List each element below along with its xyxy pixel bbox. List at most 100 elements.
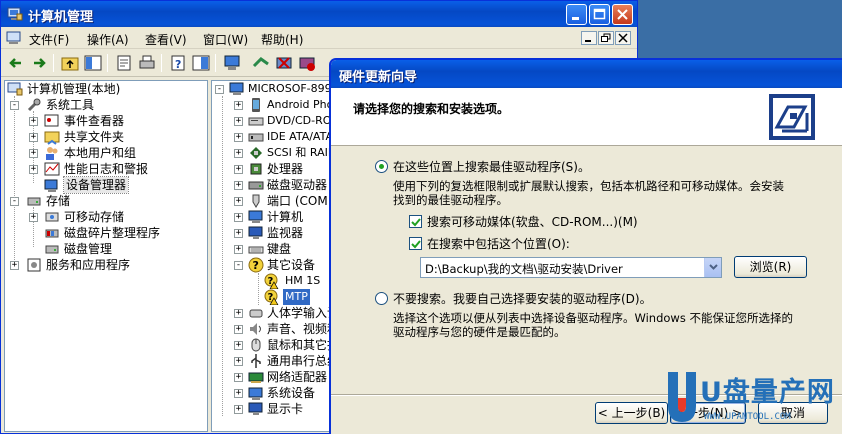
expand-toggle[interactable]: + bbox=[234, 101, 243, 110]
no-search-option-label[interactable]: 不要搜索。我要自己选择要安装的驱动程序(D)。 bbox=[393, 290, 652, 307]
tree-label: 监视器 bbox=[267, 226, 304, 240]
expand-toggle[interactable]: + bbox=[234, 149, 243, 158]
include-location-label[interactable]: 在搜索中包括这个位置(O): bbox=[427, 235, 570, 252]
collapse-toggle[interactable]: - bbox=[215, 85, 224, 94]
properties-icon[interactable] bbox=[115, 54, 133, 72]
tree-label: 设备管理器 bbox=[62, 176, 130, 194]
include-location-checkbox[interactable] bbox=[409, 237, 422, 250]
expand-toggle[interactable]: + bbox=[234, 373, 243, 382]
tree-item-local-users[interactable]: + 本地用户和组 bbox=[29, 145, 199, 161]
main-titlebar[interactable]: 计算机管理 bbox=[1, 1, 637, 27]
tree-label: MTP bbox=[283, 289, 310, 305]
expand-toggle[interactable]: + bbox=[234, 405, 243, 414]
tree-item-event-viewer[interactable]: + 事件查看器 bbox=[29, 113, 199, 129]
no-search-option-description: 选择这个选项以便从列表中选择设备驱动程序。Windows 不能保证您所选择的驱动… bbox=[393, 311, 793, 339]
collapse-toggle[interactable]: - bbox=[10, 197, 19, 206]
hardware-wizard-icon bbox=[769, 94, 815, 140]
expand-toggle[interactable]: + bbox=[29, 133, 38, 142]
menu-action[interactable]: 操作(A) bbox=[87, 31, 129, 48]
wizard-title: 硬件更新向导 bbox=[339, 70, 418, 85]
tree-item-services-apps[interactable]: + 服务和应用程序 bbox=[10, 257, 200, 273]
child-minimize-button[interactable] bbox=[581, 31, 597, 45]
minimize-button[interactable] bbox=[566, 4, 587, 25]
back-arrow-icon[interactable] bbox=[7, 54, 25, 72]
disk-management-icon bbox=[45, 245, 59, 254]
menu-view[interactable]: 查看(V) bbox=[145, 31, 187, 48]
child-restore-button[interactable] bbox=[598, 31, 614, 45]
view-icon[interactable] bbox=[192, 54, 210, 72]
up-folder-icon[interactable] bbox=[61, 54, 79, 72]
processor-icon bbox=[250, 163, 262, 175]
expand-toggle[interactable]: + bbox=[234, 133, 243, 142]
combobox-dropdown-button[interactable] bbox=[704, 258, 721, 277]
close-icon bbox=[618, 33, 628, 43]
expand-toggle[interactable]: + bbox=[234, 325, 243, 334]
menu-file[interactable]: 文件(F) bbox=[29, 31, 69, 48]
expand-toggle[interactable]: + bbox=[234, 341, 243, 350]
expand-toggle[interactable]: + bbox=[234, 197, 243, 206]
expand-toggle[interactable]: + bbox=[234, 117, 243, 126]
removable-media-label[interactable]: 搜索可移动媒体(软盘、CD-ROM...)(M) bbox=[427, 213, 638, 230]
expand-toggle[interactable]: + bbox=[10, 261, 19, 270]
expand-toggle[interactable]: + bbox=[29, 117, 38, 126]
forward-arrow-icon[interactable] bbox=[30, 54, 48, 72]
device-manager-icon bbox=[44, 179, 58, 192]
expand-toggle[interactable]: + bbox=[234, 357, 243, 366]
wizard-heading: 请选择您的搜索和安装选项。 bbox=[353, 102, 510, 116]
location-path-combobox[interactable]: D:\Backup\我的文档\驱动安装\Driver bbox=[420, 257, 722, 278]
minimize-icon bbox=[572, 17, 579, 20]
unknown-device-warning-icon: ? bbox=[264, 273, 279, 289]
expand-toggle[interactable]: + bbox=[29, 149, 38, 158]
scan-hardware-icon[interactable] bbox=[252, 54, 270, 72]
disable-device-icon[interactable] bbox=[298, 54, 316, 72]
tree-item-removable-storage[interactable]: + 可移动存储 bbox=[29, 209, 199, 225]
computer-management-icon bbox=[7, 7, 23, 21]
maximize-button[interactable] bbox=[589, 4, 610, 25]
back-button[interactable]: < 上一步(B) bbox=[595, 402, 668, 424]
child-close-button[interactable] bbox=[615, 31, 631, 45]
tree-item-shared-folders[interactable]: + 共享文件夹 bbox=[29, 129, 199, 145]
computer-monitor-icon[interactable] bbox=[223, 54, 241, 72]
expand-toggle[interactable]: + bbox=[234, 389, 243, 398]
tree-item-storage[interactable]: - 存储 bbox=[10, 193, 200, 209]
expand-toggle[interactable]: + bbox=[234, 245, 243, 254]
browse-button[interactable]: 浏览(R) bbox=[734, 256, 807, 278]
search-option-label[interactable]: 在这些位置上搜索最佳驱动程序(S)。 bbox=[393, 158, 590, 175]
expand-toggle[interactable]: + bbox=[29, 213, 38, 222]
menu-help[interactable]: 帮助(H) bbox=[261, 31, 303, 48]
tree-item-device-manager[interactable]: 设备管理器 bbox=[29, 176, 199, 194]
expand-toggle[interactable]: + bbox=[29, 165, 38, 174]
removable-media-checkbox[interactable] bbox=[409, 215, 422, 228]
tree-label: 网络适配器 bbox=[267, 370, 328, 384]
svg-text:?: ? bbox=[175, 58, 181, 71]
monitor-icon bbox=[248, 226, 263, 239]
expand-toggle[interactable]: + bbox=[234, 181, 243, 190]
tree-item-system-tools[interactable]: - 系统工具 bbox=[10, 97, 200, 113]
expand-toggle[interactable]: + bbox=[234, 229, 243, 238]
close-button[interactable] bbox=[612, 4, 633, 25]
tree-label: 系统工具 bbox=[46, 98, 95, 112]
tree-item-disk-management[interactable]: 磁盘管理 bbox=[29, 241, 199, 257]
help-icon[interactable]: ? bbox=[169, 54, 187, 72]
menu-window[interactable]: 窗口(W) bbox=[203, 31, 248, 48]
expand-toggle[interactable]: + bbox=[234, 309, 243, 318]
search-option-radio[interactable] bbox=[375, 160, 388, 173]
tree-label: 磁盘驱动器 bbox=[267, 178, 328, 192]
expand-toggle[interactable]: + bbox=[234, 165, 243, 174]
computer-management-icon bbox=[7, 82, 23, 96]
scsi-controller-icon bbox=[250, 147, 262, 159]
tree-item-performance-logs[interactable]: + 性能日志和警报 bbox=[29, 161, 199, 177]
tree-label: 性能日志和警报 bbox=[64, 162, 149, 176]
collapse-toggle[interactable]: - bbox=[234, 261, 243, 270]
collapse-toggle[interactable]: - bbox=[10, 101, 19, 110]
usb-icon bbox=[251, 354, 261, 368]
no-search-option-radio[interactable] bbox=[375, 292, 388, 305]
wizard-titlebar[interactable]: 硬件更新向导 bbox=[331, 60, 842, 88]
network-adapter-icon bbox=[248, 372, 264, 383]
print-icon[interactable] bbox=[138, 54, 156, 72]
uninstall-device-icon[interactable] bbox=[275, 54, 293, 72]
tree-label: 存储 bbox=[46, 194, 71, 208]
tree-item-defrag[interactable]: 磁盘碎片整理程序 bbox=[29, 225, 199, 241]
expand-toggle[interactable]: + bbox=[234, 213, 243, 222]
show-hide-tree-icon[interactable] bbox=[84, 54, 102, 72]
